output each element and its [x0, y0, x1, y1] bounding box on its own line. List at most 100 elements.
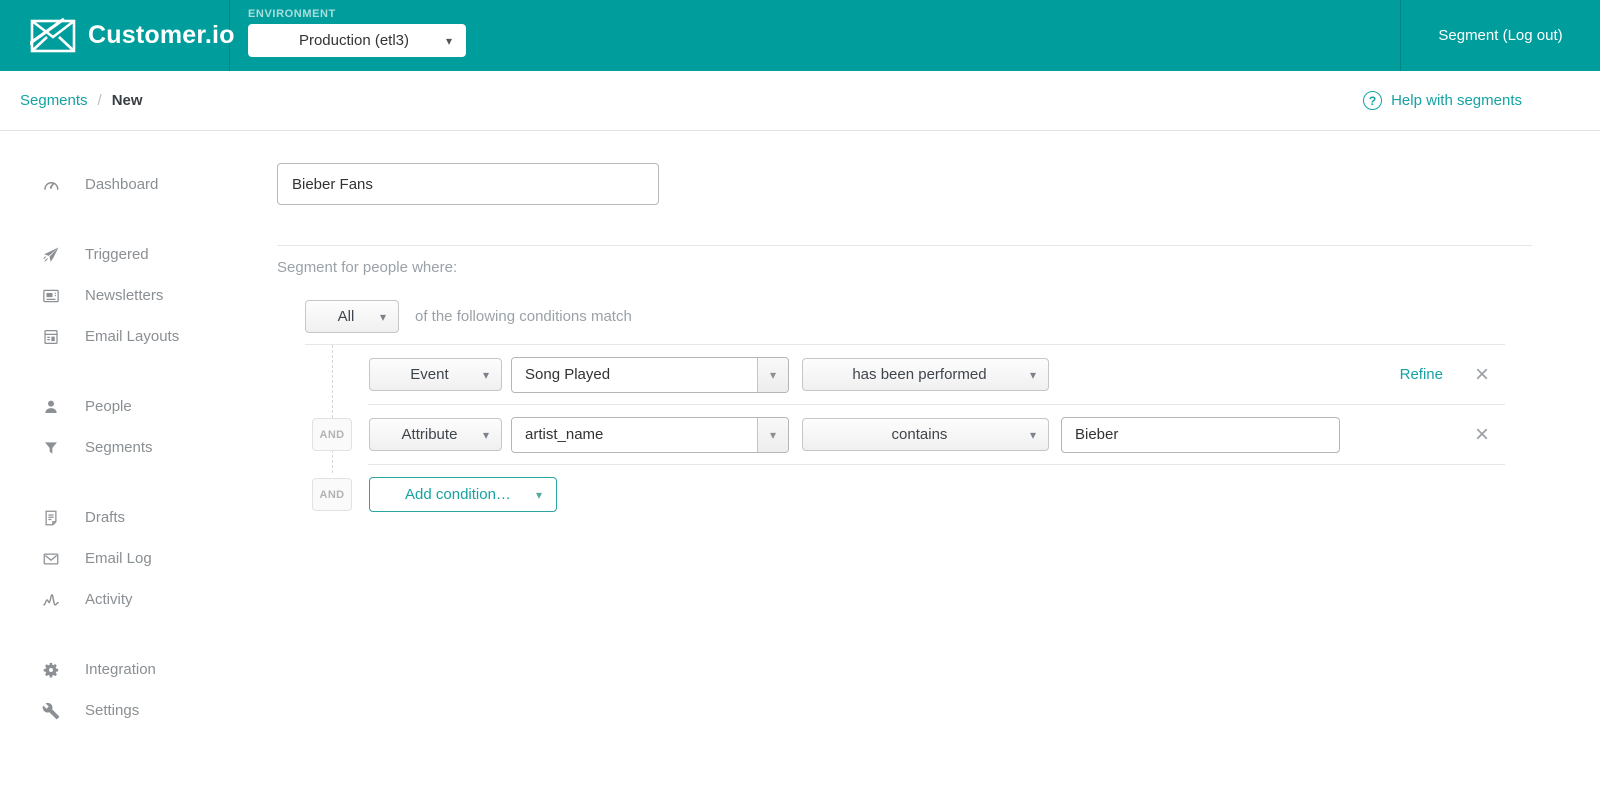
- condition-operator-dropdown[interactable]: has been performed ▾: [802, 358, 1049, 391]
- sidebar-item-email-layouts[interactable]: Email Layouts: [0, 316, 277, 357]
- gear-icon: [42, 661, 60, 679]
- segment-name-input[interactable]: [277, 163, 659, 205]
- sidebar-item-email-log[interactable]: Email Log: [0, 538, 277, 579]
- help-question-icon: ?: [1363, 91, 1383, 110]
- and-connector-badge: AND: [312, 418, 352, 451]
- sidebar-item-label: Newsletters: [85, 287, 164, 304]
- event-name-combobox: ▾: [511, 356, 789, 393]
- condition-value-input[interactable]: [1061, 416, 1340, 453]
- envelope-icon: [42, 550, 60, 568]
- chevron-down-icon: ▾: [535, 487, 542, 502]
- sidebar-item-integration[interactable]: Integration: [0, 649, 277, 690]
- sidebar-item-newsletters[interactable]: Newsletters: [0, 275, 277, 316]
- condition-type-dropdown[interactable]: Event ▾: [369, 358, 502, 391]
- nav-group-campaigns: Triggered Newsletters Email Layouts: [0, 234, 277, 357]
- sidebar-item-settings[interactable]: Settings: [0, 690, 277, 731]
- conditions-list: Event ▾ ▾ has been performed ▾ Refine ×: [277, 345, 1600, 524]
- sidebar-item-activity[interactable]: Activity: [0, 579, 277, 620]
- activity-icon: [42, 591, 60, 609]
- match-row: All ▾ of the following conditions match: [277, 300, 1600, 333]
- nav-group-messages: Drafts Email Log Activity: [0, 497, 277, 620]
- chevron-down-icon: ▾: [445, 33, 452, 48]
- sidebar-item-label: Drafts: [85, 509, 126, 526]
- content: Dashboard Triggered Newsletters Email La…: [0, 131, 1600, 798]
- account-section: Segment (Log out): [1400, 0, 1600, 71]
- event-name-input[interactable]: [512, 357, 757, 392]
- chevron-down-icon: ▾: [482, 367, 489, 382]
- environment-select[interactable]: Production (etl3) ▾: [248, 24, 466, 57]
- sidebar-item-triggered[interactable]: Triggered: [0, 234, 277, 275]
- sidebar-item-people[interactable]: People: [0, 386, 277, 427]
- condition-type-value: Attribute: [401, 426, 458, 443]
- environment-label: ENVIRONMENT: [248, 8, 336, 20]
- segment-editor: Segment for people where: All ▾ of the f…: [277, 131, 1600, 798]
- paper-plane-icon: [42, 246, 60, 264]
- sidebar-item-label: Dashboard: [85, 176, 159, 193]
- breadcrumb-separator: /: [97, 92, 102, 109]
- customerio-envelope-logo-icon: [30, 17, 76, 54]
- layout-icon: [42, 328, 60, 346]
- segment-intro-text: Segment for people where:: [277, 259, 458, 276]
- nav-group-audience: People Segments: [0, 386, 277, 468]
- and-connector-badge: AND: [312, 478, 352, 511]
- condition-operator-dropdown[interactable]: contains ▾: [802, 418, 1049, 451]
- app-header: Customer.io ENVIRONMENT Production (etl3…: [0, 0, 1600, 71]
- combobox-toggle-button[interactable]: ▾: [757, 357, 788, 392]
- chevron-down-icon: ▾: [379, 309, 386, 324]
- sidebar-item-label: Email Log: [85, 550, 152, 567]
- funnel-icon: [42, 439, 60, 457]
- refine-link[interactable]: Refine: [1400, 366, 1443, 383]
- add-condition-label: Add condition…: [405, 486, 511, 503]
- condition-type-dropdown[interactable]: Attribute ▾: [369, 418, 502, 451]
- nav-group-overview: Dashboard: [0, 164, 277, 205]
- newspaper-icon: [42, 287, 60, 305]
- brand-name: Customer.io: [88, 21, 235, 49]
- brand[interactable]: Customer.io: [0, 0, 234, 71]
- sidebar-item-segments[interactable]: Segments: [0, 427, 277, 468]
- add-condition-row: AND Add condition… ▾: [277, 465, 1505, 524]
- sidebar-item-label: Email Layouts: [85, 328, 180, 345]
- match-selector-dropdown[interactable]: All ▾: [305, 300, 399, 333]
- remove-condition-icon[interactable]: ×: [1475, 422, 1489, 447]
- help-label: Help with segments: [1391, 92, 1522, 109]
- attribute-name-combobox: ▾: [511, 416, 789, 453]
- connector-slot: AND: [312, 478, 352, 511]
- person-icon: [42, 398, 60, 416]
- remove-condition-icon[interactable]: ×: [1475, 362, 1489, 387]
- wrench-icon: [42, 702, 60, 720]
- sidebar-item-label: Settings: [85, 702, 140, 719]
- nav-group-admin: Integration Settings: [0, 649, 277, 731]
- environment-section: ENVIRONMENT Production (etl3) ▾: [230, 0, 466, 71]
- sidebar-item-label: Triggered: [85, 246, 149, 263]
- chevron-down-icon: ▾: [769, 367, 777, 382]
- condition-row-event: Event ▾ ▾ has been performed ▾ Refine ×: [277, 345, 1505, 404]
- breadcrumb-current: New: [111, 92, 143, 109]
- sidebar-item-label: Activity: [85, 591, 133, 608]
- sidebar-item-dashboard[interactable]: Dashboard: [0, 164, 277, 205]
- sidebar: Dashboard Triggered Newsletters Email La…: [0, 131, 277, 798]
- chevron-down-icon: ▾: [1029, 367, 1036, 382]
- add-condition-button[interactable]: Add condition… ▾: [369, 477, 557, 512]
- chevron-down-icon: ▾: [482, 427, 489, 442]
- header-spacer: [466, 0, 1400, 71]
- condition-row-attribute: AND Attribute ▾ ▾ contains ▾: [277, 405, 1505, 464]
- attribute-name-input[interactable]: [512, 417, 757, 452]
- match-suffix-text: of the following conditions match: [415, 308, 632, 325]
- divider: [277, 245, 1532, 246]
- sidebar-item-label: Segments: [85, 439, 153, 456]
- logout-link[interactable]: Segment (Log out): [1438, 27, 1562, 44]
- condition-type-value: Event: [410, 366, 449, 383]
- sidebar-item-drafts[interactable]: Drafts: [0, 497, 277, 538]
- breadcrumb-segments-link[interactable]: Segments: [20, 92, 88, 109]
- environment-value: Production (etl3): [298, 32, 410, 49]
- gauge-icon: [42, 176, 60, 194]
- sidebar-item-label: People: [85, 398, 132, 415]
- condition-operator-value: contains: [891, 426, 948, 443]
- sidebar-item-label: Integration: [85, 661, 156, 678]
- chevron-down-icon: ▾: [769, 427, 777, 442]
- help-with-segments-link[interactable]: ? Help with segments: [1363, 91, 1522, 110]
- combobox-toggle-button[interactable]: ▾: [757, 417, 788, 452]
- subheader: Segments / New ? Help with segments: [0, 71, 1600, 131]
- connector-slot: AND: [312, 418, 352, 451]
- chevron-down-icon: ▾: [1029, 427, 1036, 442]
